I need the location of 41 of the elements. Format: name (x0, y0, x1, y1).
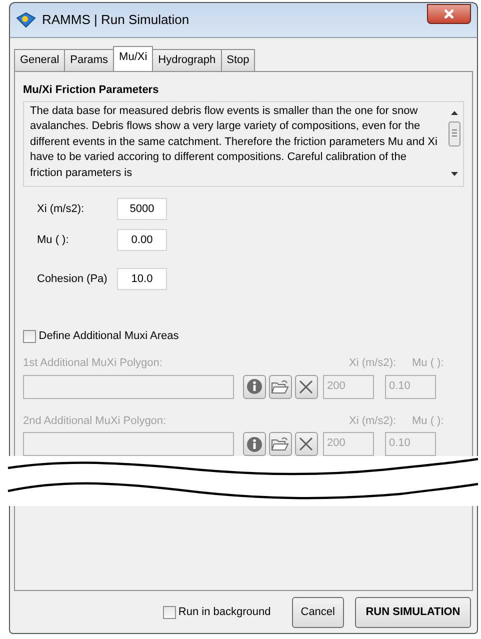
cancel-button[interactable]: Cancel (292, 596, 344, 628)
xi-label: Xi (m/s2): (349, 356, 398, 372)
checkbox[interactable] (23, 330, 36, 342)
info-icon (246, 378, 263, 396)
app-icon (16, 12, 36, 28)
close-button[interactable] (427, 4, 471, 24)
delete-button[interactable] (294, 432, 318, 456)
open-folder-button[interactable] (268, 374, 292, 399)
close-icon (443, 9, 455, 19)
info-icon-button[interactable] (243, 432, 266, 456)
open-folder-button[interactable] (268, 432, 292, 456)
input-field[interactable]: 5000 (117, 198, 167, 220)
tab[interactable]: General (14, 49, 66, 70)
input-field[interactable]: 10.0 (117, 268, 167, 290)
window-title: RAMMS | Run Simulation (42, 11, 190, 30)
polygon-label: 2nd Additional MuXi Polygon: (23, 414, 168, 429)
field-label: Mu ( ): (37, 232, 70, 248)
x-icon (298, 378, 314, 395)
mu-label: Mu ( ): (412, 356, 445, 372)
tab[interactable]: Hydrograph (152, 49, 222, 70)
info-icon (246, 436, 263, 453)
delete-button[interactable] (294, 374, 318, 399)
folder-icon (271, 436, 290, 452)
description-text: The data base for measured debris flow events is smaller than the one for snow avalanches. Debris flows show a very large variety of compositions, even for the different events in the same catchment. Therefore the friction parameters Mu and Xi have to be varied accoring to different compositions. Careful calibration of the friction parameters is (29, 104, 438, 181)
folder-icon (271, 378, 290, 395)
run-simulation-button[interactable]: RUN SIMULATION (355, 596, 471, 628)
mu-label: Mu ( ): (412, 414, 445, 429)
xi-label: Xi (m/s2): (349, 414, 398, 429)
tab[interactable]: Params (64, 49, 114, 70)
field-label: Cohesion (Pa) (37, 272, 108, 286)
tab[interactable]: Stop (220, 49, 256, 70)
checkbox[interactable] (162, 606, 176, 618)
input-field[interactable]: 0.00 (117, 228, 167, 251)
info-icon-button[interactable] (243, 374, 266, 399)
tab[interactable]: Mu/Xi (113, 46, 154, 70)
x-icon (298, 436, 314, 452)
checkbox-label: Define Additional Muxi Areas (38, 328, 179, 344)
checkbox-label: Run in background (178, 604, 271, 620)
field-label: Xi (m/s2): (37, 202, 86, 216)
polygon-label: 1st Additional MuXi Polygon: (23, 356, 164, 372)
section-heading: Mu/Xi Friction Parameters (23, 82, 160, 98)
